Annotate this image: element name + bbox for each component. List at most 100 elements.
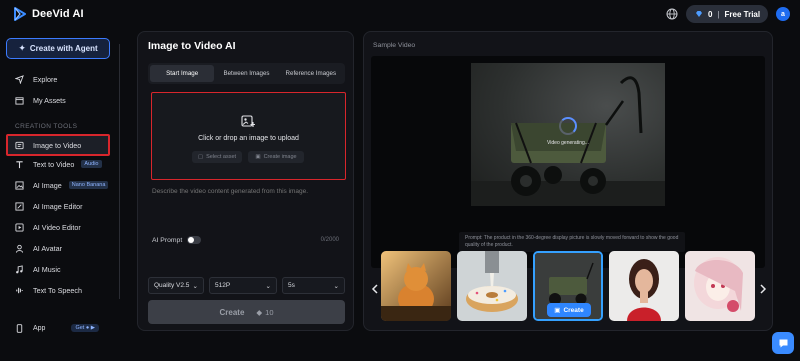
thumbnail-cat-baker[interactable] [381,251,451,321]
loading-spinner [559,117,577,135]
image-video-icon [15,141,24,149]
image-icon [15,180,24,190]
sidebar-item-label: AI Image [33,180,62,190]
thumbnail-woman-portrait[interactable] [609,251,679,321]
chevron-right-icon[interactable] [759,284,767,294]
duration-value: 5s [288,282,295,289]
quality-value: Quality V2.5 [154,282,190,289]
sidebar-item-ai-avatar[interactable]: AI Avatar [8,238,112,258]
creation-tools-heading: CREATION TOOLS [15,123,78,130]
user-avatar[interactable]: a [776,7,790,21]
mode-tabs: Start Image Between Images Reference Ima… [148,63,345,84]
avatar-icon [15,244,24,253]
app-name: DeeVid AI [32,8,84,20]
thumbnail-folding-wagon[interactable]: ▣ Create [533,251,603,321]
chevron-down-icon: ⌄ [192,282,198,290]
resolution-value: 512P [215,282,231,289]
music-icon [16,264,23,273]
sidebar-item-app[interactable]: App Get ● ▶ [8,321,112,335]
thumbnail-anime-girl[interactable] [685,251,755,321]
sidebar-item-label: AI Avatar [33,243,63,253]
sample-video-preview[interactable]: Video generating... [471,63,665,206]
upload-instruction: Click or drop an image to upload [198,135,299,142]
generation-settings: Quality V2.5 ⌄ 512P ⌄ 5s ⌄ [148,277,345,294]
apple-icon: ● [85,325,90,331]
nano-banana-tag: Nano Banana [68,181,109,189]
support-chat-button[interactable] [772,332,794,354]
sidebar-item-text-to-video[interactable]: Text to Video Audio [8,154,112,174]
ai-prompt-toggle[interactable] [187,236,202,244]
sample-video-panel: Sample Video Video generating... Prompt:… [363,31,773,331]
sidebar-item-explore[interactable]: Explore [8,69,112,89]
create-with-agent-button[interactable]: ✦ Create with Agent [6,38,110,59]
image-upload-icon [241,115,255,127]
sidebar: ✦ Create with Agent Explore My Assets CR… [0,28,120,361]
page-title: Image to Video AI [148,40,236,52]
folder-icon [15,96,24,105]
select-asset-label: Select asset [206,154,237,160]
chevron-down-icon: ⌄ [265,282,271,290]
free-trial-label: Free Trial [724,9,761,19]
generating-status: Video generating... [547,140,589,146]
tab-reference-images[interactable]: Reference Images [279,65,343,82]
donut-pour-image [457,251,527,321]
thumbnail-donut-pour[interactable] [457,251,527,321]
credit-cost: ◆ 10 [256,308,273,317]
speech-icon [16,287,23,293]
asset-icon: ▢ [197,154,204,160]
sidebar-divider [119,44,120,299]
sidebar-item-label: Text To Speech [33,285,83,295]
image-edit-icon [15,201,24,211]
create-image-label: Create image [263,154,297,160]
compass-icon [15,74,24,84]
globe-icon[interactable] [666,8,678,20]
diamond-icon: ◆ [256,307,263,317]
diamond-icon [696,11,702,17]
chevron-down-icon: ⌄ [333,282,339,290]
thumbnail-create-label: Create [563,306,584,314]
quality-select[interactable]: Quality V2.5 ⌄ [148,277,204,294]
video-edit-icon [15,222,24,232]
select-asset-button[interactable]: ▢ Select asset [192,151,242,163]
android-icon: ▶ [90,325,95,331]
image-to-video-panel: Image to Video AI Start Image Between Im… [137,31,354,331]
sidebar-item-label: Explore [33,74,58,84]
resolution-select[interactable]: 512P ⌄ [209,277,277,294]
duration-select[interactable]: 5s ⌄ [282,277,345,294]
get-app-badge[interactable]: Get ● ▶ [71,324,99,332]
app-logo[interactable]: DeeVid AI [14,7,84,21]
tab-start-image[interactable]: Start Image [150,65,215,82]
sidebar-item-ai-image-editor[interactable]: AI Image Editor [8,196,112,216]
sidebar-item-label: My Assets [33,95,66,105]
create-image-icon: ▣ [255,154,261,160]
play-icon: ▣ [554,307,561,314]
tab-between-images[interactable]: Between Images [214,65,278,82]
image-upload-dropzone[interactable]: Click or drop an image to upload ▢ Selec… [151,92,346,180]
sidebar-item-label: Image to Video [33,140,82,150]
phone-icon [16,323,23,333]
credits-button[interactable]: 0 | Free Trial [686,5,768,23]
sidebar-item-ai-music[interactable]: AI Music [8,259,112,279]
credits-count: 0 [708,9,713,19]
credits-separator: | [717,9,720,19]
create-with-agent-label: Create with Agent [29,44,98,53]
create-button[interactable]: Create ◆ 10 [148,300,345,324]
cat-baker-image [381,251,451,321]
sidebar-item-label: AI Video Editor [33,222,81,232]
sidebar-item-my-assets[interactable]: My Assets [8,90,112,110]
video-stage: Video generating... Prompt: The product … [371,56,765,268]
chevron-left-icon[interactable] [371,284,379,294]
sidebar-item-image-to-video[interactable]: Image to Video [6,134,110,156]
anime-girl-image [685,251,755,321]
thumbnail-create-button[interactable]: ▣ Create [547,303,591,317]
sample-prompt-caption: Prompt: The product in the 360-degree di… [459,232,685,252]
sidebar-item-text-to-speech[interactable]: Text To Speech [8,280,112,300]
ai-prompt-label: AI Prompt [152,236,183,244]
create-image-button[interactable]: ▣ Create image [248,151,304,163]
sample-video-label: Sample Video [373,42,416,49]
character-counter: 0/2000 [320,237,339,243]
text-icon [16,160,23,168]
sidebar-item-label: AI Image Editor [33,201,83,211]
sidebar-item-ai-video-editor[interactable]: AI Video Editor [8,217,112,237]
sidebar-item-ai-image[interactable]: AI Image Nano Banana [8,175,112,195]
